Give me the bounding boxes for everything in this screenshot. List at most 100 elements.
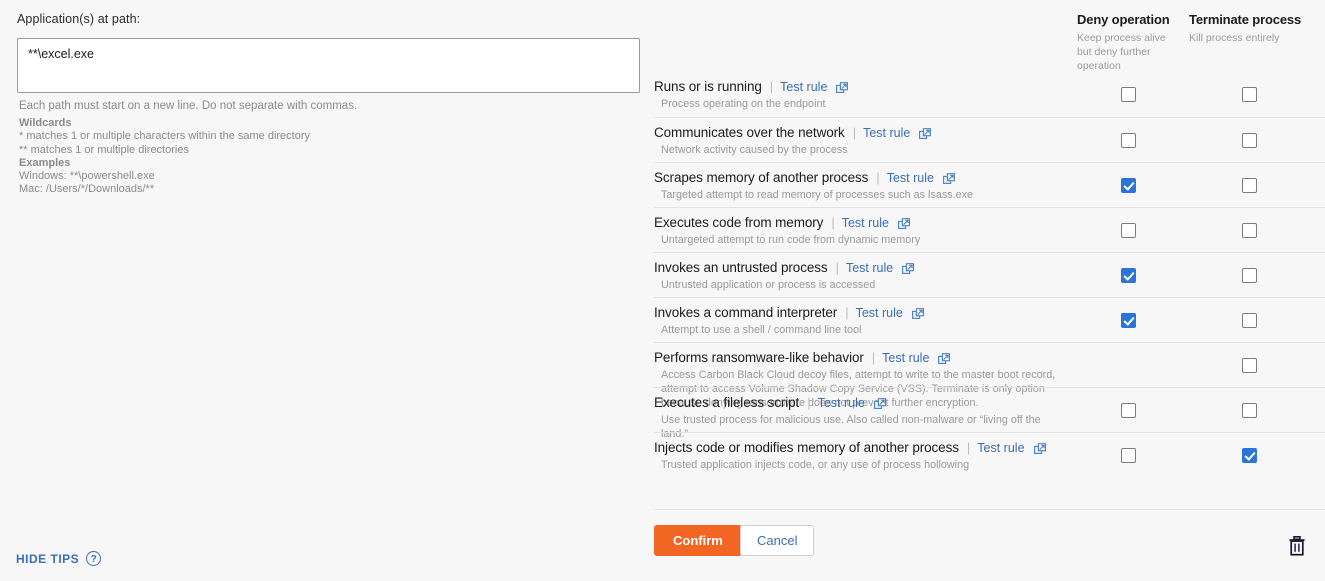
rule-title: Invokes a command interpreter (654, 305, 838, 320)
test-rule-link[interactable]: Test rule (856, 306, 903, 320)
test-rule-link[interactable]: Test rule (887, 171, 934, 185)
rule-description: Trusted application injects code, or any… (661, 459, 970, 471)
test-rule-link[interactable]: Test rule (846, 261, 893, 275)
rules-list: Runs or is running | Test rule Process oper… (654, 72, 1325, 477)
wildcards-heading: Wildcards (19, 117, 72, 129)
test-rule-link[interactable]: Test rule (863, 126, 910, 140)
rule-title-line: Injects code or modifies memory of anoth… (654, 440, 1069, 455)
deny-operation-checkbox[interactable] (1121, 133, 1136, 148)
rule-row: Performs ransomware-like behavior | Test r… (654, 342, 1325, 409)
open-in-new-window-icon[interactable] (902, 262, 915, 275)
rule-title: Performs ransomware-like behavior (654, 350, 864, 365)
rule-text-block: Injects code or modifies memory of anoth… (654, 440, 1069, 472)
rule-title-line: Scrapes memory of another process | Test r… (654, 170, 1069, 185)
rule-text-block: Invokes a command interpreter | Test rule A… (654, 305, 1069, 337)
rule-row: Runs or is running | Test rule Process oper… (654, 72, 1325, 117)
terminate-process-checkbox[interactable] (1242, 313, 1257, 328)
rule-title-line: Invokes an untrusted process | Test rule (654, 260, 1069, 275)
column-headers: Deny operation Keep process alive but de… (654, 0, 1325, 72)
path-config-panel: Application(s) at path: Each path must s… (0, 0, 650, 580)
help-question-icon[interactable]: ? (86, 551, 102, 566)
rule-separator: | (769, 79, 774, 94)
deny-operation-checkbox[interactable] (1121, 403, 1136, 418)
rule-description: Untargeted attempt to run code from dyna… (661, 234, 921, 246)
deny-operation-checkbox[interactable] (1121, 448, 1136, 463)
deny-operation-checkbox[interactable] (1121, 268, 1136, 283)
rule-separator: | (807, 395, 811, 410)
open-in-new-window-icon[interactable] (919, 127, 932, 140)
rules-panel: Deny operation Keep process alive but de… (654, 0, 1325, 580)
rule-text-block: Scrapes memory of another process | Test r… (654, 170, 1069, 202)
test-rule-link[interactable]: Test rule (977, 441, 1024, 455)
terminate-column-title: Terminate process (1189, 12, 1302, 27)
column-header-terminate-process: Terminate process Kill process entirely (1189, 12, 1325, 45)
test-rule-link[interactable]: Test rule (818, 396, 865, 410)
rule-title: Executes code from memory (654, 215, 824, 230)
rule-text-block: Runs or is running | Test rule Process oper… (654, 79, 1069, 111)
confirm-button[interactable]: Confirm (654, 525, 742, 556)
application-path-input[interactable] (17, 38, 640, 93)
open-in-new-window-icon[interactable] (873, 397, 886, 410)
deny-column-title: Deny operation (1077, 12, 1170, 27)
rule-text-block: Communicates over the network | Test rule N… (654, 125, 1069, 157)
wildcard-line-1: * matches 1 or multiple characters withi… (19, 130, 311, 143)
rule-title: Runs or is running (654, 79, 762, 94)
rule-text-block: Executes code from memory | Test rule Untar… (654, 215, 1069, 247)
rule-title: Invokes an untrusted process (654, 260, 828, 275)
deny-operation-checkbox[interactable] (1121, 87, 1136, 102)
rule-separator: | (871, 350, 876, 365)
rule-title: Executes a fileless script (654, 395, 800, 410)
terminate-process-checkbox[interactable] (1242, 358, 1257, 373)
rule-row: Communicates over the network | Test rule N… (654, 117, 1325, 162)
path-helper-note: Each path must start on a new line. Do n… (19, 100, 358, 112)
rule-title-line: Performs ransomware-like behavior | Test r… (654, 350, 1069, 365)
terminate-process-checkbox[interactable] (1242, 448, 1257, 463)
test-rule-link[interactable]: Test rule (780, 80, 827, 94)
terminate-column-subtitle: Kill process entirely (1189, 32, 1280, 44)
rule-title-line: Communicates over the network | Test rule (654, 125, 1069, 140)
example-mac: Mac: /Users/*/Downloads/** (19, 183, 155, 196)
rule-title-line: Runs or is running | Test rule (654, 79, 1069, 94)
terminate-process-checkbox[interactable] (1242, 87, 1257, 102)
column-header-deny-operation: Deny operation Keep process alive but de… (1077, 12, 1189, 73)
hide-tips-label: HIDE TIPS (16, 551, 80, 566)
deny-operation-checkbox[interactable] (1121, 313, 1136, 328)
open-in-new-window-icon[interactable] (1033, 442, 1046, 455)
form-footer: Confirm Cancel (654, 509, 1325, 581)
rule-title-line: Executes a fileless script | Test rule (654, 395, 1069, 410)
terminate-process-checkbox[interactable] (1242, 403, 1257, 418)
deny-column-subtitle: Keep process alive but deny further oper… (1077, 32, 1166, 72)
rule-row: Scrapes memory of another process | Test r… (654, 162, 1325, 207)
example-windows: Windows: **\powershell.exe (19, 170, 155, 183)
test-rule-link[interactable]: Test rule (882, 351, 929, 365)
open-in-new-window-icon[interactable] (898, 217, 910, 230)
open-in-new-window-icon[interactable] (836, 81, 849, 94)
trash-icon[interactable] (1287, 535, 1307, 557)
rule-title-line: Executes code from memory | Test rule (654, 215, 1069, 230)
open-in-new-window-icon[interactable] (938, 352, 951, 365)
wildcard-line-2: ** matches 1 or multiple directories (19, 143, 189, 156)
rule-separator: | (876, 170, 880, 185)
rule-row: Executes code from memory | Test rule Untar… (654, 207, 1325, 252)
terminate-process-checkbox[interactable] (1242, 133, 1257, 148)
rule-description: Network activity caused by the process (661, 144, 848, 156)
path-label: Application(s) at path: (17, 12, 141, 26)
deny-operation-checkbox[interactable] (1121, 178, 1136, 193)
terminate-process-checkbox[interactable] (1242, 178, 1257, 193)
rule-title: Communicates over the network (654, 125, 845, 140)
cancel-button[interactable]: Cancel (740, 525, 815, 556)
tips-block: Wildcards * matches 1 or multiple charac… (19, 117, 310, 197)
rule-separator: | (966, 440, 971, 455)
rule-separator: | (852, 125, 857, 140)
test-rule-link[interactable]: Test rule (842, 216, 889, 230)
terminate-process-checkbox[interactable] (1242, 223, 1257, 238)
rule-description: Attempt to use a shell / command line to… (661, 324, 862, 336)
rule-description: Process operating on the endpoint (661, 98, 826, 110)
rule-text-block: Invokes an untrusted process | Test rule Un… (654, 260, 1069, 292)
terminate-process-checkbox[interactable] (1242, 268, 1257, 283)
deny-operation-checkbox[interactable] (1121, 223, 1136, 238)
open-in-new-window-icon[interactable] (942, 172, 955, 185)
rule-description: Targeted attempt to read memory of proce… (661, 189, 974, 201)
open-in-new-window-icon[interactable] (911, 307, 924, 320)
hide-tips-button[interactable]: HIDE TIPS ? (16, 551, 102, 566)
